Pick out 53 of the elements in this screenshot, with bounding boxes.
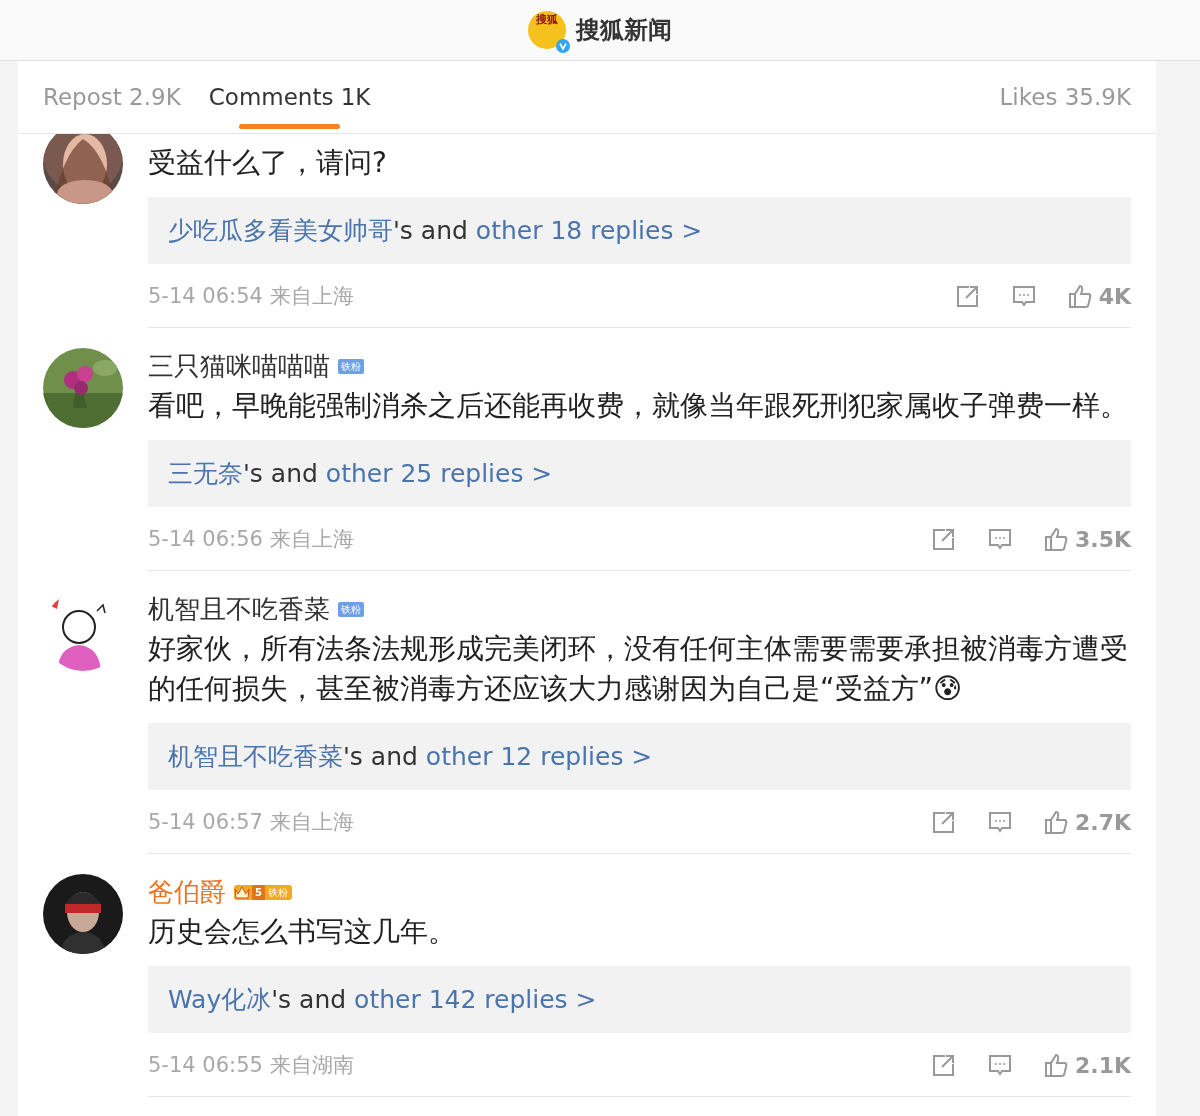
account-title: 搜狐新闻: [576, 15, 672, 46]
reply-user-link[interactable]: 机智且不吃香菜: [168, 740, 343, 773]
like-button[interactable]: 4K: [1066, 283, 1131, 309]
like-button[interactable]: 3.5K: [1042, 526, 1131, 552]
fan-badge: 铁粉: [338, 601, 364, 617]
comment-text: 历史会怎么书写这几年。: [148, 914, 457, 950]
reply-user-link[interactable]: Way化冰: [168, 983, 272, 1016]
comment-meta: 5-14 06:57 来自上海: [148, 809, 355, 836]
reply-joiner: 's and: [393, 216, 469, 245]
replies-preview[interactable]: Way化冰's and other 142 replies >: [148, 966, 1131, 1033]
level-number: 5: [252, 884, 265, 900]
tab[interactable]: Repost 2.9K: [43, 61, 181, 133]
more-replies-link[interactable]: other 25 replies >: [325, 459, 553, 488]
thumbs-up-icon: [1066, 283, 1093, 309]
comment-meta: 5-14 06:55 来自湖南: [148, 1052, 355, 1079]
replies-preview[interactable]: 机智且不吃香菜's and other 12 replies >: [148, 723, 1131, 790]
username[interactable]: 爸伯爵: [148, 874, 226, 910]
crown-icon: [234, 884, 250, 900]
like-button[interactable]: 2.7K: [1042, 809, 1131, 835]
comment-icon[interactable]: [986, 809, 1013, 835]
replies-preview[interactable]: 三无奈's and other 25 replies >: [148, 440, 1131, 507]
like-button[interactable]: 2.1K: [1042, 1052, 1131, 1078]
comment-icon[interactable]: [986, 1052, 1013, 1078]
fan-badge: 铁粉: [338, 358, 364, 374]
more-replies-link[interactable]: other 12 replies >: [425, 742, 653, 771]
tab[interactable]: Comments 1K: [208, 61, 371, 133]
comment-icon[interactable]: [986, 526, 1013, 552]
comment-icon[interactable]: [1010, 283, 1037, 309]
more-replies-link[interactable]: other 142 replies >: [354, 985, 597, 1014]
username[interactable]: 机智且不吃香菜: [148, 591, 330, 627]
thumbs-up-icon: [1042, 526, 1069, 552]
comment-meta: 5-14 06:54 来自上海: [148, 283, 355, 310]
comment-text: 看吧，早晚能强制消杀之后还能再收费，就像当年跟死刑犯家属收子弹费一样。: [148, 388, 1129, 424]
replies-preview[interactable]: 少吃瓜多看美女帅哥's and other 18 replies >: [148, 197, 1131, 264]
reply-joiner: 's and: [243, 459, 319, 488]
share-icon[interactable]: [930, 809, 957, 835]
comment-meta: 5-14 06:56 来自上海: [148, 526, 355, 553]
thumbs-up-icon: [1042, 809, 1069, 835]
reply-joiner: 's and: [271, 985, 348, 1014]
thumbs-up-icon: [1042, 1052, 1069, 1078]
share-icon[interactable]: [954, 283, 981, 309]
comment-text: 受益什么了，请问?: [148, 145, 388, 181]
badge-label: 铁粉: [266, 885, 289, 899]
logo-text: 搜狐: [536, 14, 558, 25]
reply-joiner: 's and: [343, 742, 419, 771]
username[interactable]: 三只猫咪喵喵喵: [148, 348, 330, 384]
reply-user-link[interactable]: 三无奈: [168, 457, 243, 490]
reply-user-link[interactable]: 少吃瓜多看美女帅哥: [168, 214, 393, 247]
share-icon[interactable]: [930, 526, 957, 552]
share-icon[interactable]: [930, 1052, 957, 1078]
tab[interactable]: Likes 35.9K: [999, 61, 1131, 133]
comment-text: 好家伙，所有法条法规形成完美闭环，没有任何主体需要需要承担被消毒方遭受的任何损失，甚至被消毒方还应该大力感谢因为自己是“受益方”😰: [148, 631, 1129, 707]
more-replies-link[interactable]: other 18 replies >: [475, 216, 703, 245]
